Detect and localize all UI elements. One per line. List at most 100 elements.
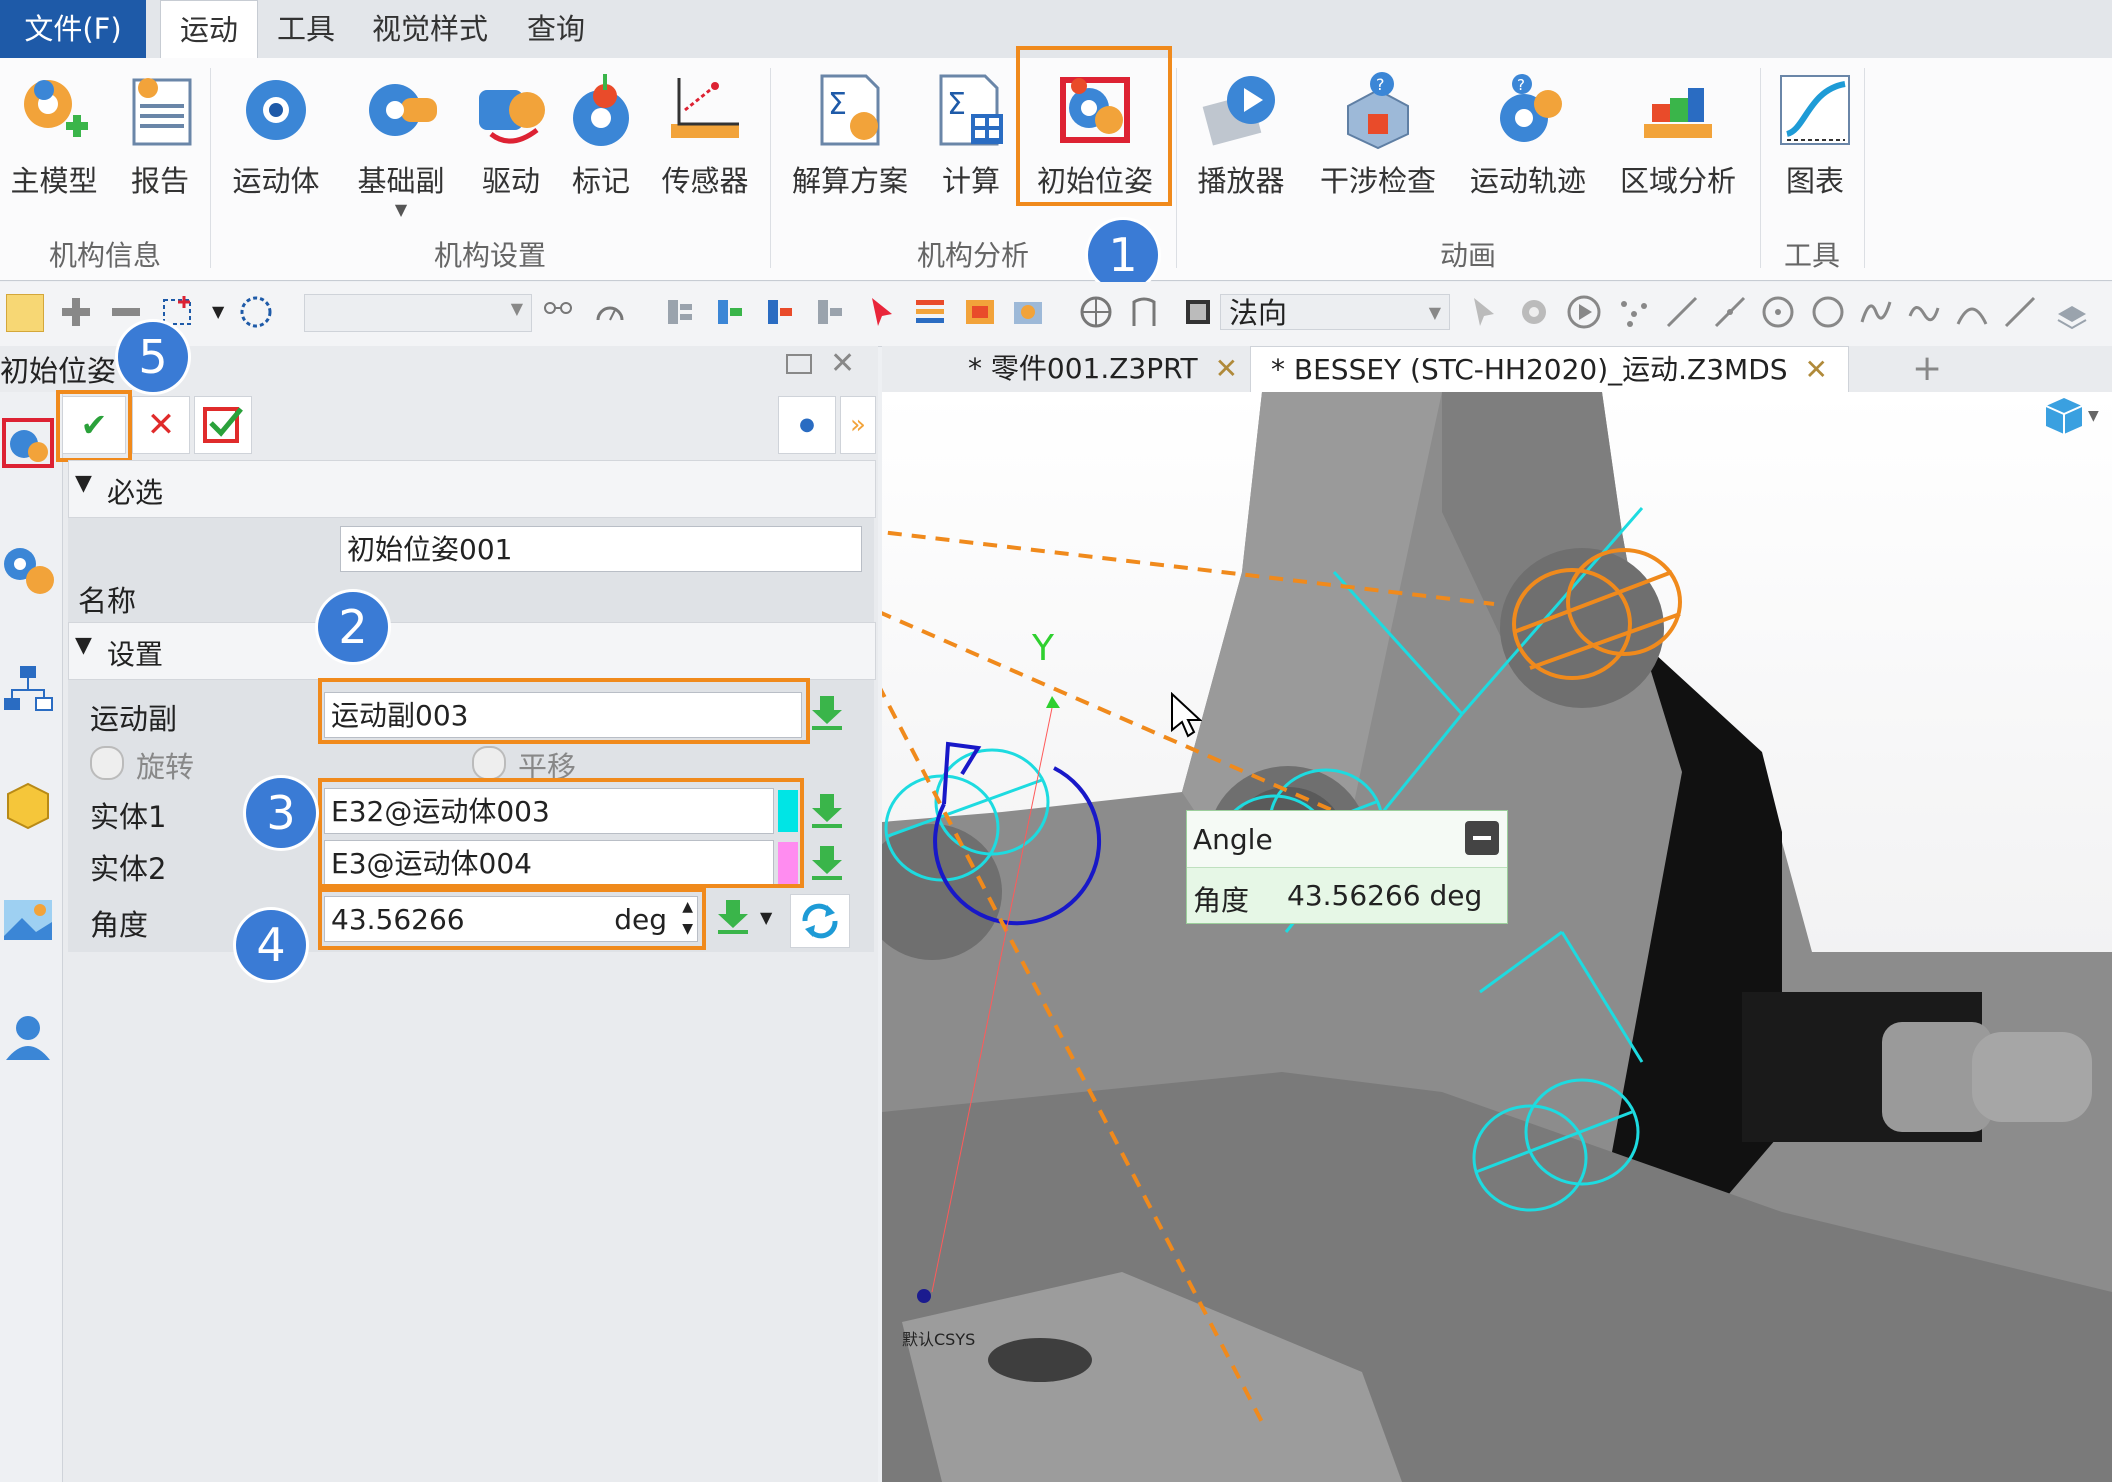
circle-center-icon[interactable] xyxy=(1760,294,1796,330)
motion-body-icon xyxy=(236,70,316,150)
select-face-icon[interactable] xyxy=(812,294,848,330)
view-direction-dropdown[interactable]: 法向 ▼ xyxy=(1220,294,1450,330)
sensor-button[interactable]: 传感器 xyxy=(650,66,760,206)
chevron-down-icon[interactable]: ▼ xyxy=(760,908,772,927)
points-icon[interactable] xyxy=(1616,294,1652,330)
joint-icon xyxy=(361,70,441,150)
play-icon[interactable] xyxy=(1566,294,1602,330)
cursor-select-icon[interactable] xyxy=(1466,294,1502,330)
view-cube-icon[interactable] xyxy=(2042,396,2084,434)
refresh-button[interactable] xyxy=(790,894,850,948)
section-required[interactable]: ▼ 必选 xyxy=(68,460,876,518)
display-mode-icon[interactable] xyxy=(1180,294,1216,330)
pick-entity1-icon[interactable] xyxy=(806,790,848,832)
apply-button[interactable] xyxy=(194,396,252,454)
assembly-tree-icon[interactable] xyxy=(662,294,698,330)
select-component-icon[interactable] xyxy=(712,294,748,330)
filter-icon[interactable] xyxy=(962,294,998,330)
radio-rotate[interactable] xyxy=(90,746,124,780)
tab-bessey-model[interactable]: * BESSEY (STC-HH2020)_运动.Z3MDS ✕ xyxy=(1250,346,1849,393)
ref-point-icon[interactable] xyxy=(540,294,576,330)
circle-icon[interactable] xyxy=(1810,294,1846,330)
chart-icon xyxy=(1775,70,1855,150)
info-icon[interactable]: ● xyxy=(778,396,836,454)
step-badge-1: 1 xyxy=(1088,220,1158,290)
driver-button[interactable]: 驱动 xyxy=(466,66,556,206)
section-settings-title: 设置 xyxy=(107,638,164,671)
angle-tooltip-title: Angle xyxy=(1193,823,1273,856)
tab-part001[interactable]: * 零件001.Z3PRT ✕ xyxy=(948,346,1258,392)
motion-body-button[interactable]: 运动体 xyxy=(226,66,326,206)
lasso-select-icon[interactable] xyxy=(238,294,274,330)
chevron-down-icon[interactable]: ▼ xyxy=(212,294,228,330)
file-menu[interactable]: 文件(F) xyxy=(0,0,146,58)
filter-dropdown[interactable]: ▼ xyxy=(304,294,532,332)
close-icon[interactable]: ✕ xyxy=(1804,353,1827,386)
region-analysis-button[interactable]: 区域分析 xyxy=(1610,66,1746,206)
user-icon[interactable] xyxy=(0,1010,56,1066)
image-icon[interactable] xyxy=(0,892,56,948)
initial-pose-icon[interactable] xyxy=(0,416,56,472)
motion-gear-icon[interactable] xyxy=(0,542,56,598)
trajectory-label: 运动轨迹 xyxy=(1469,164,1586,198)
panel-title: 初始位姿 xyxy=(0,354,117,388)
pick-entity2-icon[interactable] xyxy=(806,842,848,884)
angle-tooltip[interactable]: Angle 角度 43.56266 deg xyxy=(1186,810,1508,924)
box-icon[interactable] xyxy=(0,776,56,832)
plus-icon[interactable] xyxy=(58,294,94,330)
player-button[interactable]: 播放器 xyxy=(1186,66,1296,206)
display-icon[interactable] xyxy=(1010,294,1046,330)
cancel-button[interactable]: ✕ xyxy=(132,396,190,454)
3d-viewport[interactable]: Y 默认CSYS ▼ Angle 角度 43.56266 deg xyxy=(882,392,2112,1482)
layers-icon[interactable] xyxy=(2054,294,2090,330)
close-icon[interactable]: ✕ xyxy=(1215,352,1238,385)
restore-icon[interactable] xyxy=(786,354,812,374)
document-tabs: * 零件001.Z3PRT ✕ * BESSEY (STC-HH2020)_运动… xyxy=(882,346,2112,393)
pick-angle-icon[interactable] xyxy=(712,896,754,938)
section-settings[interactable]: ▼ 设置 xyxy=(68,622,876,680)
line-icon[interactable] xyxy=(1664,294,1700,330)
joint-button[interactable]: 基础副 ▼ xyxy=(346,66,456,219)
diagonal-line-icon[interactable] xyxy=(2002,294,2038,330)
segment-icon[interactable] xyxy=(1712,294,1748,330)
marker-button[interactable]: 标记 xyxy=(556,66,646,206)
chart-button[interactable]: 图表 xyxy=(1770,66,1860,206)
ref-gauge-icon[interactable] xyxy=(592,294,628,330)
arc-icon[interactable] xyxy=(1954,294,1990,330)
expand-panel-icon[interactable]: » xyxy=(840,396,876,454)
select-body-icon[interactable] xyxy=(762,294,798,330)
pick-joint-icon[interactable] xyxy=(806,692,848,734)
report-icon xyxy=(120,70,200,150)
measure-icon[interactable] xyxy=(1126,294,1162,330)
master-model-button[interactable]: 主模型 xyxy=(4,66,104,206)
highlight-entities xyxy=(318,778,804,888)
menu-tab-tools[interactable]: 工具 xyxy=(262,0,350,58)
chevron-down-icon[interactable]: ▼ xyxy=(2088,408,2099,424)
solution-button[interactable]: Σ 解算方案 xyxy=(782,66,918,206)
interference-check-button[interactable]: ? 干涉检查 xyxy=(1310,66,1446,206)
curve-icon[interactable] xyxy=(1906,294,1942,330)
hierarchy-icon[interactable] xyxy=(0,662,56,718)
menu-tab-visual-style[interactable]: 视觉样式 xyxy=(360,0,500,58)
model-drawing xyxy=(882,392,2112,1482)
collapse-tooltip-icon[interactable] xyxy=(1465,821,1499,855)
gear-icon[interactable] xyxy=(1516,294,1552,330)
chevron-down-icon[interactable]: ▼ xyxy=(346,200,456,219)
calculate-button[interactable]: Σ 计算 xyxy=(924,66,1018,206)
joint-field-label: 运动副 xyxy=(90,702,178,736)
rotate-view-icon[interactable] xyxy=(1078,294,1114,330)
name-input[interactable]: 初始位姿001 xyxy=(340,526,862,572)
svg-text:Σ: Σ xyxy=(828,87,847,122)
menu-tab-motion[interactable]: 运动 xyxy=(160,0,258,59)
report-button[interactable]: 报告 xyxy=(110,66,210,206)
trajectory-button[interactable]: ? 运动轨迹 xyxy=(1460,66,1596,206)
radio-translate[interactable] xyxy=(472,746,506,780)
menu-tab-query[interactable]: 查询 xyxy=(510,0,602,58)
pointer-icon[interactable] xyxy=(864,294,900,330)
list-icon[interactable] xyxy=(912,294,948,330)
close-icon[interactable]: ✕ xyxy=(830,346,855,381)
add-tab-button[interactable]: + xyxy=(1892,346,1962,392)
spline-icon[interactable] xyxy=(1858,294,1894,330)
driver-label: 驱动 xyxy=(481,164,540,198)
select-arrow-icon[interactable] xyxy=(6,294,44,332)
